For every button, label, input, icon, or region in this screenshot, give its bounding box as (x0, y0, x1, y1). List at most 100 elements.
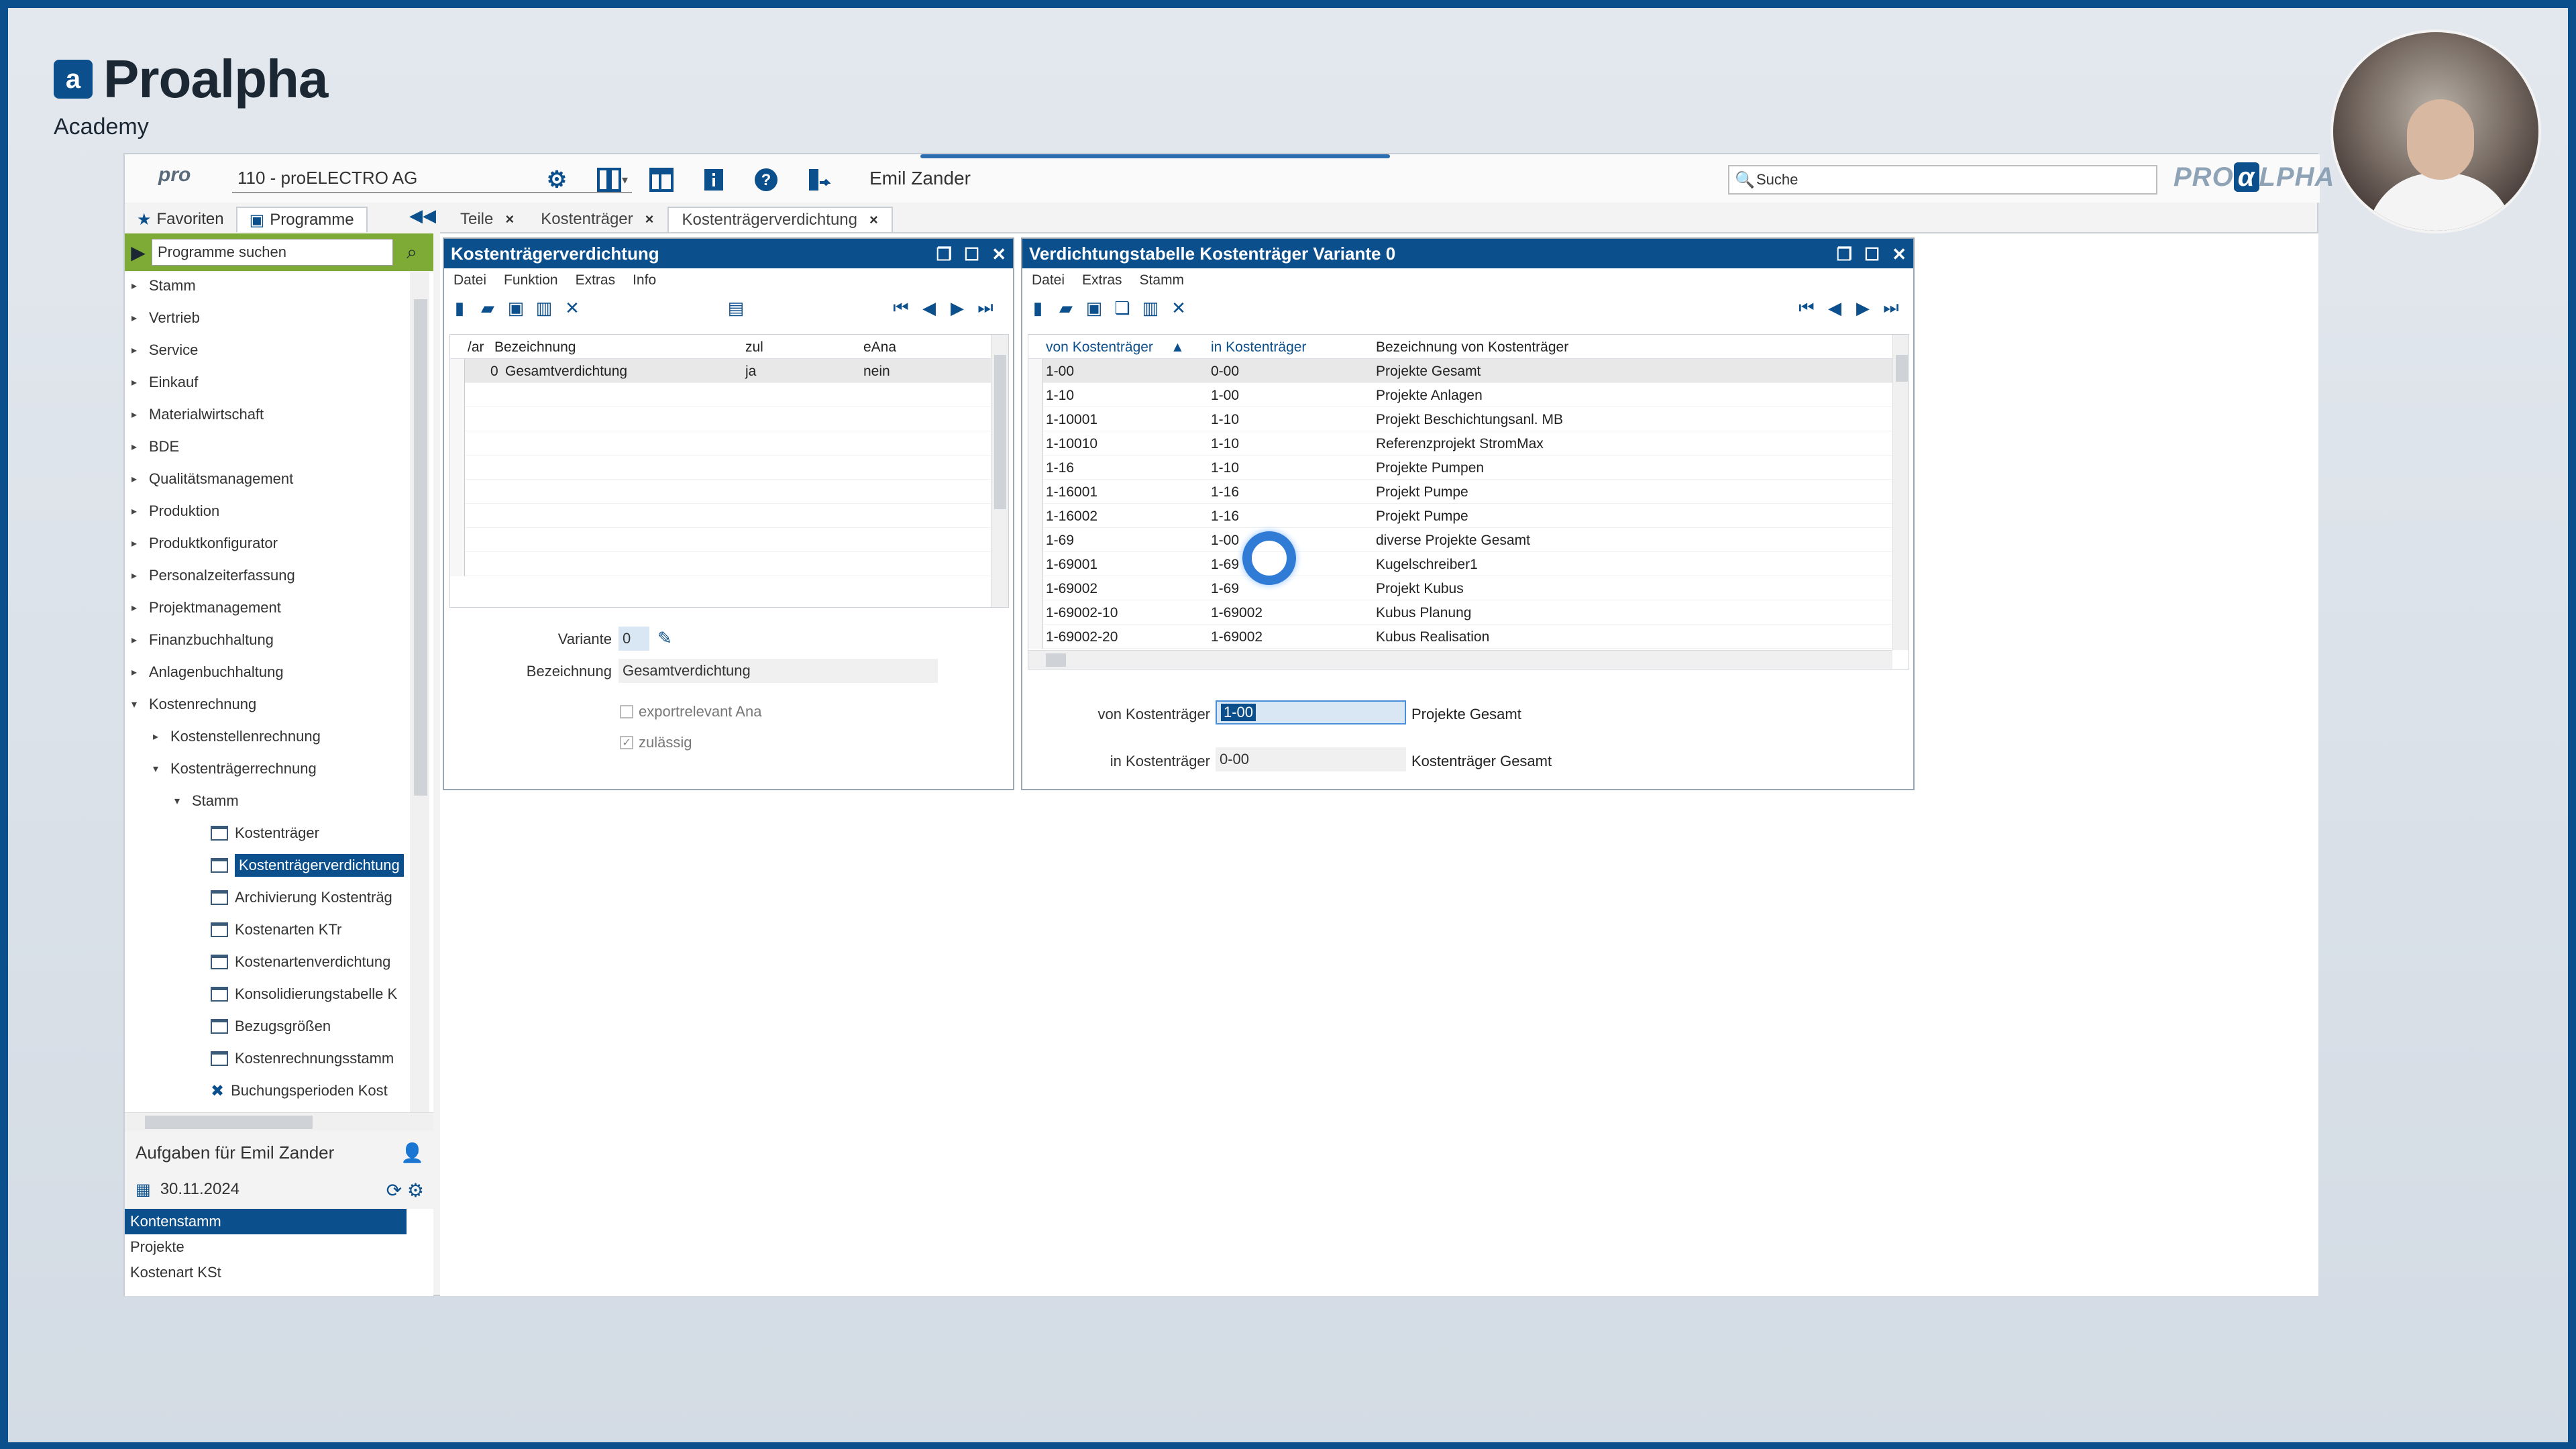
row-selector[interactable] (450, 359, 465, 383)
close-icon[interactable]: × (869, 211, 878, 229)
play-icon[interactable]: ▶ (125, 241, 152, 264)
next-record-icon[interactable]: ▶ (947, 298, 967, 318)
table-row[interactable]: 1-69002-20 1-69002 Kubus Realisation (1028, 625, 1909, 649)
menu-datei[interactable]: Datei (1032, 272, 1065, 288)
refresh-settings-icons[interactable]: ⟳ ⚙ (386, 1179, 424, 1201)
grid-vertical-scrollbar[interactable] (991, 335, 1008, 607)
grid-horizontal-scrollbar[interactable] (1028, 650, 1892, 669)
tree-item-vertrieb[interactable]: ▸ Vertrieb (131, 305, 200, 331)
close-icon[interactable]: × (645, 211, 654, 228)
tree-item-kostentraegerrechnung[interactable]: ▾ Kostenträgerrechnung (153, 755, 317, 782)
tree-item-kostentraeger[interactable]: Kostenträger (211, 820, 319, 847)
tree-item-personalzeiterfassung[interactable]: ▸ Personalzeiterfassung (131, 562, 295, 589)
menu-funktion[interactable]: Funktion (504, 272, 558, 288)
restore-icon[interactable]: ❐ (936, 244, 952, 265)
col-in-kostentraeger[interactable]: in Kostenträger (1211, 339, 1306, 356)
global-search-input[interactable]: 🔍 Suche (1728, 165, 2157, 195)
next-record-icon[interactable]: ▶ (1853, 298, 1873, 318)
scrollbar-thumb[interactable] (145, 1116, 313, 1129)
user-icon[interactable]: 👤 (400, 1142, 424, 1164)
maximize-icon[interactable]: ☐ (1864, 244, 1880, 265)
table-row[interactable]: 1-00 0-00 Projekte Gesamt (1028, 359, 1909, 383)
task-item-projekte[interactable]: Projekte (125, 1234, 433, 1260)
table-row[interactable]: 1-10001 1-10 Projekt Beschichtungsanl. MB (1028, 407, 1909, 431)
tree-item-finanzbuchhaltung[interactable]: ▸ Finanzbuchhaltung (131, 627, 274, 653)
tree-item-service[interactable]: ▸ Service (131, 337, 198, 364)
cancel-icon[interactable]: ✕ (562, 298, 582, 318)
restore-icon[interactable]: ❐ (1837, 244, 1852, 265)
open-folder-icon[interactable]: ▰ (478, 298, 498, 318)
tree-item-kostenstellenrechnung[interactable]: ▸ Kostenstellenrechnung (153, 723, 321, 750)
layout-columns-icon[interactable] (594, 165, 624, 195)
program-search-input[interactable]: Programme suchen (152, 239, 393, 266)
row-selector[interactable] (1028, 528, 1043, 552)
edit-icon[interactable]: ✎ (657, 628, 672, 649)
tree-item-projektmanagement[interactable]: ▸ Projektmanagement (131, 594, 281, 621)
scrollbar-thumb[interactable] (1896, 355, 1908, 382)
scrollbar-thumb[interactable] (414, 299, 427, 796)
row-selector[interactable] (1028, 431, 1043, 455)
task-item-kostenart-kst[interactable]: Kostenart KSt (125, 1260, 433, 1285)
menu-stamm[interactable]: Stamm (1140, 272, 1185, 288)
delete-icon[interactable]: ▥ (1140, 298, 1161, 318)
row-selector[interactable] (1028, 455, 1043, 480)
close-icon[interactable]: ✕ (991, 244, 1006, 265)
search-icon[interactable]: ⌕ (393, 241, 431, 264)
table-row[interactable]: 1-16002 1-16 Projekt Pumpe (1028, 504, 1909, 528)
tree-item-produktion[interactable]: ▸ Produktion (131, 498, 219, 525)
tab-kostentraeger[interactable]: Kostenträger × (527, 207, 667, 232)
help-icon[interactable]: ? (751, 165, 781, 195)
checkbox-box[interactable] (620, 705, 633, 718)
table-row[interactable]: 1-69002-10 1-69002 Kubus Planung (1028, 600, 1909, 625)
exportrelevant-checkbox[interactable]: exportrelevant Ana (620, 703, 761, 720)
tree-item-anlagenbuchhaltung[interactable]: ▸ Anlagenbuchhaltung (131, 659, 284, 686)
first-record-icon[interactable]: ⏮ (1796, 297, 1817, 318)
col-eana[interactable]: eAna (863, 339, 896, 356)
row-selector[interactable] (1028, 480, 1043, 504)
in-kostentraeger-field[interactable]: 0-00 (1216, 747, 1406, 771)
scrollbar-thumb[interactable] (1046, 653, 1066, 667)
last-record-icon[interactable]: ⏭ (1881, 297, 1901, 318)
pro-logo[interactable]: pro (158, 164, 191, 186)
row-selector[interactable] (1028, 576, 1043, 600)
tree-item-einkauf[interactable]: ▸ Einkauf (131, 369, 198, 396)
tree-item-buchungsperioden[interactable]: ✖ Buchungsperioden Kost (211, 1077, 388, 1104)
tree-item-kostentraegerverdichtung[interactable]: Kostenträgerverdichtung (211, 852, 404, 879)
close-icon[interactable]: ✕ (1892, 244, 1907, 265)
menu-extras[interactable]: Extras (1082, 272, 1122, 288)
col-von-kostentraeger[interactable]: von Kostenträger (1046, 339, 1153, 356)
maximize-icon[interactable]: ☐ (964, 244, 979, 265)
tab-programme[interactable]: ▣ Programme (235, 207, 368, 232)
calendar-icon[interactable]: ▦ (136, 1180, 151, 1199)
row-selector[interactable] (1028, 625, 1043, 649)
table-row[interactable]: 1-10 1-00 Projekte Anlagen (1028, 383, 1909, 407)
row-selector[interactable] (1028, 600, 1043, 625)
tree-item-qualitaetsmanagement[interactable]: ▸ Qualitätsmanagement (131, 466, 293, 492)
tree-item-kostenrechnung[interactable]: ▾ Kostenrechnung (131, 691, 256, 718)
company-select[interactable]: 110 - proELECTRO AG ▾ (232, 164, 632, 193)
new-document-icon[interactable]: ▮ (1028, 298, 1048, 318)
task-item-kontenstamm[interactable]: Kontenstamm (125, 1209, 407, 1234)
tree-item-bde[interactable]: ▸ BDE (131, 433, 179, 460)
tree-item-materialwirtschaft[interactable]: ▸ Materialwirtschaft (131, 401, 264, 428)
grid-vertical-scrollbar[interactable] (1892, 335, 1909, 650)
cancel-icon[interactable]: ✕ (1169, 298, 1189, 318)
tree-item-stamm[interactable]: ▸ Stamm (131, 272, 196, 299)
save-icon[interactable]: ▣ (506, 298, 526, 318)
open-folder-icon[interactable]: ▰ (1056, 298, 1076, 318)
print-icon[interactable]: ▤ (726, 298, 746, 318)
save-icon[interactable]: ▣ (1084, 298, 1104, 318)
previous-record-icon[interactable]: ◀ (1825, 298, 1845, 318)
row-selector[interactable] (1028, 552, 1043, 576)
tree-horizontal-scrollbar[interactable] (125, 1112, 433, 1131)
menu-extras[interactable]: Extras (576, 272, 616, 288)
von-kostentraeger-field[interactable]: 1-00 (1216, 700, 1406, 724)
tab-teile[interactable]: Teile × (447, 207, 527, 232)
close-icon[interactable]: × (505, 211, 514, 228)
zulaessig-checkbox[interactable]: ✓ zulässig (620, 734, 692, 751)
previous-record-icon[interactable]: ◀ (919, 298, 939, 318)
user-name[interactable]: Emil Zander (869, 168, 971, 189)
row-selector[interactable] (1028, 359, 1043, 383)
scrollbar-thumb[interactable] (994, 355, 1006, 509)
variante-field[interactable]: 0 (619, 627, 649, 651)
